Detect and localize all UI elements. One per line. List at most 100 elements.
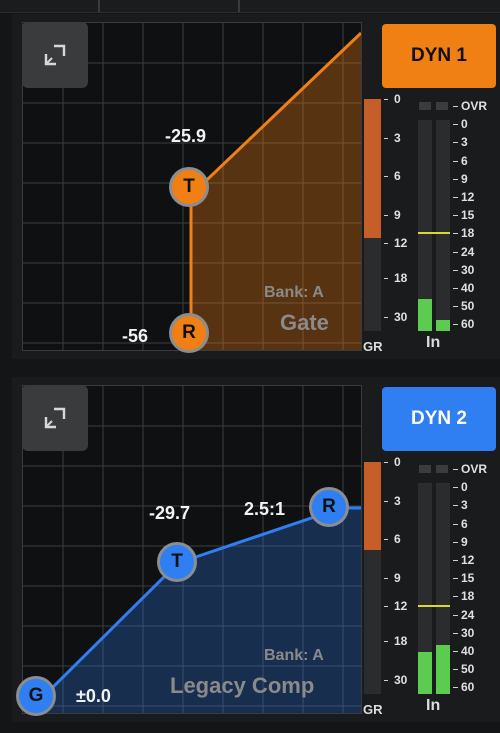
gr-scale-tick bbox=[384, 175, 388, 177]
mode-label: Gate bbox=[280, 310, 329, 335]
in-scale-label: 3 bbox=[461, 135, 468, 150]
in-scale-tick bbox=[453, 578, 458, 580]
gr-meter-fill bbox=[364, 462, 381, 551]
top-strip bbox=[0, 0, 500, 13]
ovr-indicator-left bbox=[419, 465, 431, 473]
in-scale-tick bbox=[453, 178, 458, 180]
gr-scale-label: 30 bbox=[394, 310, 408, 325]
gr-scale-tick bbox=[384, 99, 388, 100]
in-scale-tick bbox=[453, 560, 458, 561]
in-scale-tick bbox=[453, 106, 458, 107]
in-caption: In bbox=[426, 334, 441, 351]
top-strip-divider bbox=[98, 0, 100, 12]
dyn2-select-button[interactable]: DYN 2 bbox=[382, 387, 496, 451]
threshold-handle[interactable]: T bbox=[157, 542, 197, 582]
expand-button[interactable] bbox=[22, 385, 88, 451]
in-scale-label: 6 bbox=[461, 516, 468, 531]
in-scale-tick bbox=[453, 288, 458, 289]
gr-scale-tick bbox=[384, 640, 388, 642]
gain-value: ±0.0 bbox=[76, 686, 111, 706]
expand-button[interactable] bbox=[22, 22, 88, 88]
gr-meter-fill bbox=[364, 99, 381, 239]
input-meter-right-fill bbox=[436, 320, 450, 331]
in-scale-label: 30 bbox=[461, 625, 475, 640]
gr-scale-tick bbox=[384, 680, 388, 682]
input-meter-left bbox=[418, 483, 432, 694]
gr-scale-label: 6 bbox=[394, 531, 401, 546]
in-scale-tick bbox=[453, 596, 458, 598]
in-scale-label: 24 bbox=[461, 607, 475, 622]
gr-scale-label: 18 bbox=[394, 633, 408, 648]
gr-scale-tick bbox=[384, 605, 388, 607]
mode-label: Legacy Comp bbox=[170, 673, 315, 698]
in-scale-tick bbox=[453, 541, 458, 543]
in-scale-tick bbox=[453, 215, 458, 217]
gr-meter bbox=[364, 462, 381, 694]
in-scale-label: 15 bbox=[461, 571, 475, 586]
input-meter-left-fill bbox=[418, 299, 432, 331]
in-scale-label: 0 bbox=[461, 117, 468, 132]
ovr-indicator-right bbox=[436, 102, 448, 110]
in-scale-tick bbox=[453, 306, 458, 308]
in-scale-tick bbox=[453, 651, 458, 652]
gr-scale-tick bbox=[384, 578, 388, 579]
gr-scale-label: 0 bbox=[394, 455, 401, 469]
in-scale-label: 60 bbox=[461, 680, 475, 695]
in-scale-label: OVR bbox=[461, 99, 488, 113]
in-scale-tick bbox=[453, 160, 458, 162]
ratio-value: 2.5:1 bbox=[244, 499, 286, 519]
in-scale-label: 60 bbox=[461, 317, 475, 332]
gr-scale-label: 0 bbox=[394, 92, 401, 106]
in-scale-label: OVR bbox=[461, 462, 488, 476]
gr-scale-label: 9 bbox=[394, 571, 401, 585]
threshold-value: -29.7 bbox=[149, 503, 191, 523]
in-scale-tick bbox=[453, 251, 458, 253]
in-scale-tick bbox=[453, 505, 458, 507]
in-scale-tick bbox=[453, 632, 458, 634]
in-scale-label: 6 bbox=[461, 153, 468, 168]
expand-icon bbox=[44, 44, 66, 66]
in-scale-label: 3 bbox=[461, 498, 468, 513]
input-meter-right bbox=[436, 483, 450, 694]
in-scale-tick bbox=[453, 687, 458, 689]
gr-scale-tick bbox=[384, 501, 388, 503]
dyn1-select-button[interactable]: DYN 1 bbox=[382, 24, 496, 88]
ovr-indicator-right bbox=[436, 465, 448, 473]
in-scale-label: 40 bbox=[461, 281, 475, 295]
in-scale-label: 0 bbox=[461, 480, 468, 495]
gr-scale-tick bbox=[384, 317, 388, 319]
gr-scale-label: 12 bbox=[394, 235, 408, 250]
gr-scale-label: 30 bbox=[394, 673, 408, 688]
in-scale-tick bbox=[453, 523, 458, 525]
input-meter-left bbox=[418, 120, 432, 331]
gain-handle[interactable]: G bbox=[16, 676, 56, 716]
threshold-value: -25.9 bbox=[165, 126, 207, 146]
input-meter-right-fill bbox=[436, 645, 450, 694]
in-scale-label: 24 bbox=[461, 244, 475, 259]
ovr-indicator-left bbox=[419, 102, 431, 110]
bank-label: Bank: A bbox=[264, 284, 324, 301]
in-scale-tick bbox=[453, 197, 458, 198]
dyn1-panel: DYN 1 -25.9 -56 T R Bank: A Gate 0 3 6 9 12 1… bbox=[12, 14, 500, 359]
gr-scale-tick bbox=[384, 242, 388, 244]
in-scale-tick bbox=[453, 614, 458, 616]
gr-scale-label: 12 bbox=[394, 598, 408, 613]
in-scale-tick bbox=[453, 269, 458, 271]
in-scale-label: 50 bbox=[461, 662, 475, 677]
in-scale-label: 12 bbox=[461, 553, 475, 567]
threshold-handle[interactable]: T bbox=[169, 167, 209, 207]
ratio-handle[interactable]: R bbox=[309, 487, 349, 527]
gr-scale-label: 6 bbox=[394, 168, 401, 183]
gr-scale-tick bbox=[384, 462, 388, 463]
gr-scale-label: 3 bbox=[394, 131, 401, 146]
in-scale-label: 18 bbox=[461, 226, 475, 241]
bank-label: Bank: A bbox=[264, 647, 324, 664]
in-scale-label: 9 bbox=[461, 171, 468, 186]
gr-scale-tick bbox=[384, 215, 388, 216]
in-scale-tick bbox=[453, 142, 458, 144]
gr-scale-label: 3 bbox=[394, 494, 401, 509]
range-handle[interactable]: R bbox=[169, 313, 209, 353]
gate-curve-fill bbox=[191, 33, 361, 350]
input-meter-right bbox=[436, 120, 450, 331]
in-scale-label: 9 bbox=[461, 534, 468, 549]
